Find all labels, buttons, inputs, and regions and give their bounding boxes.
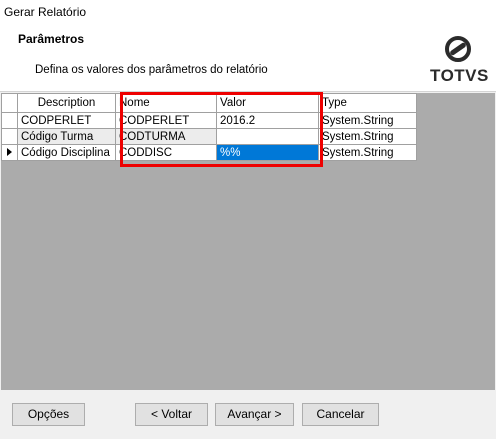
description-cell: Código Turma	[17, 128, 116, 145]
nome-cell: CODPERLET	[115, 112, 217, 129]
row-header[interactable]	[1, 112, 18, 129]
row-header[interactable]	[1, 144, 18, 161]
title-bar: Gerar Relatório	[0, 0, 496, 24]
valor-cell[interactable]	[216, 128, 319, 145]
totvs-logo-icon	[445, 36, 471, 62]
type-cell: System.String	[318, 144, 417, 161]
description-cell: Código Disciplina	[17, 144, 116, 161]
row-header-corner	[1, 93, 18, 113]
back-button[interactable]: < Voltar	[135, 403, 208, 426]
column-header-valor[interactable]: Valor	[216, 93, 319, 113]
valor-cell-selected[interactable]: %%	[216, 144, 319, 161]
description-cell: CODPERLET	[17, 112, 116, 129]
table-row[interactable]: CODPERLET CODPERLET 2016.2 System.String	[1, 112, 417, 129]
column-header-type[interactable]: Type	[318, 93, 417, 113]
window-title: Gerar Relatório	[4, 5, 87, 19]
table-row[interactable]: Código Turma CODTURMA System.String	[1, 128, 417, 145]
row-header[interactable]	[1, 128, 18, 145]
valor-cell[interactable]: 2016.2	[216, 112, 319, 129]
opcoes-button[interactable]: Opções	[12, 403, 85, 426]
logo-text: TOTVS	[430, 66, 489, 85]
next-button[interactable]: Avançar >	[215, 403, 294, 426]
nome-cell: CODTURMA	[115, 128, 217, 145]
column-header-description[interactable]: Description	[17, 93, 116, 113]
table-row[interactable]: Código Disciplina CODDISC %% System.Stri…	[1, 144, 417, 161]
nome-cell: CODDISC	[115, 144, 217, 161]
type-cell: System.String	[318, 112, 417, 129]
parameters-table: Description Nome Valor Type CODPERLET CO…	[1, 93, 417, 161]
column-header-nome[interactable]: Nome	[115, 93, 217, 113]
page-subtitle: Defina os valores dos parâmetros do rela…	[35, 64, 268, 76]
totvs-logo: TOTVS	[430, 36, 489, 86]
type-cell: System.String	[318, 128, 417, 145]
parameters-grid[interactable]: Description Nome Valor Type CODPERLET CO…	[1, 93, 495, 390]
current-row-arrow-icon	[7, 147, 12, 156]
cancel-button[interactable]: Cancelar	[302, 403, 379, 426]
wizard-header: Parâmetros Defina os valores dos parâmet…	[0, 24, 496, 92]
header-row: Description Nome Valor Type	[1, 93, 417, 113]
page-title: Parâmetros	[18, 32, 85, 46]
